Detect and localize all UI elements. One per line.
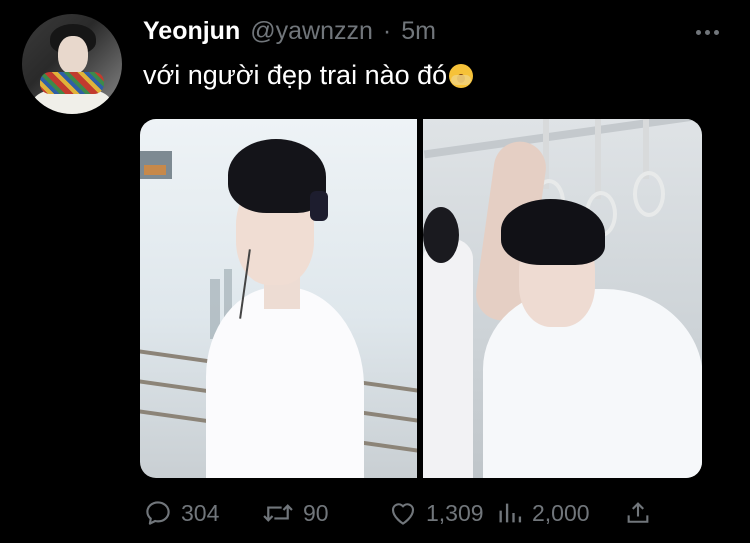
headphone-icon: [310, 191, 328, 221]
media-photo-1[interactable]: [140, 119, 417, 478]
tweet-actions: 304 90 1,309 2,000: [143, 496, 652, 530]
more-dots-icon: [695, 29, 701, 35]
speech-bubble-icon: [146, 501, 170, 525]
share-button[interactable]: [624, 498, 652, 528]
like-count: 1,309: [426, 499, 484, 526]
more-options-button[interactable]: [692, 20, 722, 44]
heart-icon: [391, 503, 415, 525]
retweet-button[interactable]: 90: [261, 498, 388, 528]
tweet-timestamp[interactable]: 5m: [401, 17, 436, 46]
reply-button[interactable]: 304: [143, 498, 261, 528]
tweet-text-container: với người đẹp trai nào đó: [143, 60, 474, 91]
like-button[interactable]: 1,309: [388, 498, 496, 528]
share-upload-icon: [627, 502, 649, 523]
views-button[interactable]: 2,000: [496, 498, 624, 528]
tweet-text: với người đẹp trai nào đó: [143, 60, 448, 90]
shocked-emoji-icon: [449, 63, 474, 88]
person-shirt: [483, 289, 702, 478]
person-hair: [501, 199, 605, 265]
person-shirt: [206, 287, 364, 478]
tweet-header: Yeonjun @yawnzzn · 5m: [143, 14, 436, 48]
author-handle[interactable]: @yawnzzn: [250, 17, 373, 46]
header-separator: ·: [382, 16, 392, 45]
avatar-face: [58, 36, 88, 74]
grab-bar: [423, 119, 702, 159]
view-count: 2,000: [532, 499, 590, 526]
reply-count: 304: [181, 499, 220, 526]
retweet-count: 90: [303, 499, 329, 526]
bar-chart-icon: [499, 503, 522, 523]
retweet-arrows-icon: [263, 504, 293, 522]
avatar-scarf: [40, 72, 104, 94]
media-grid: [140, 119, 702, 478]
author-avatar[interactable]: [22, 14, 122, 114]
author-name[interactable]: Yeonjun: [143, 17, 240, 46]
media-photo-2[interactable]: [423, 119, 702, 478]
